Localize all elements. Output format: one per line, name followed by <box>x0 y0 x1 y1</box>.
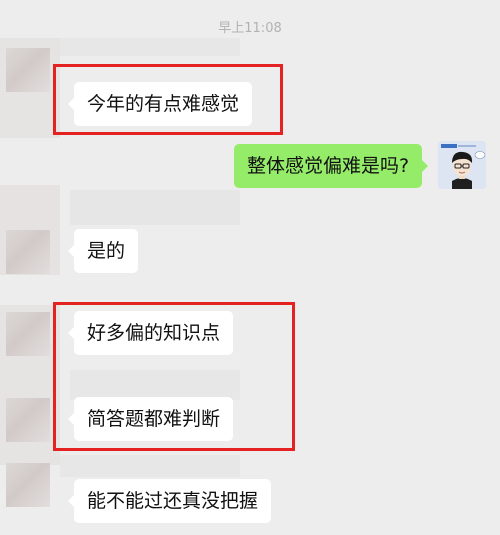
contact-avatar[interactable] <box>6 48 50 92</box>
highlight-box <box>53 64 283 135</box>
message-bubble[interactable]: 是的 <box>67 229 139 273</box>
highlight-box <box>53 302 295 451</box>
contact-avatar[interactable] <box>6 398 50 442</box>
message-bubble[interactable]: 能不能过还真没把握 <box>67 479 272 523</box>
cartoon-boy-avatar-icon <box>438 141 486 189</box>
redacted-area <box>60 455 240 477</box>
redacted-area <box>70 190 240 225</box>
contact-avatar[interactable] <box>6 312 50 356</box>
self-avatar[interactable] <box>438 141 486 189</box>
contact-avatar[interactable] <box>6 230 50 274</box>
message-bubble-self[interactable]: 整体感觉偏难是吗? <box>234 144 429 188</box>
contact-avatar[interactable] <box>6 463 50 507</box>
redacted-area <box>60 38 240 56</box>
chat-timestamp: 早上11:08 <box>218 21 282 36</box>
